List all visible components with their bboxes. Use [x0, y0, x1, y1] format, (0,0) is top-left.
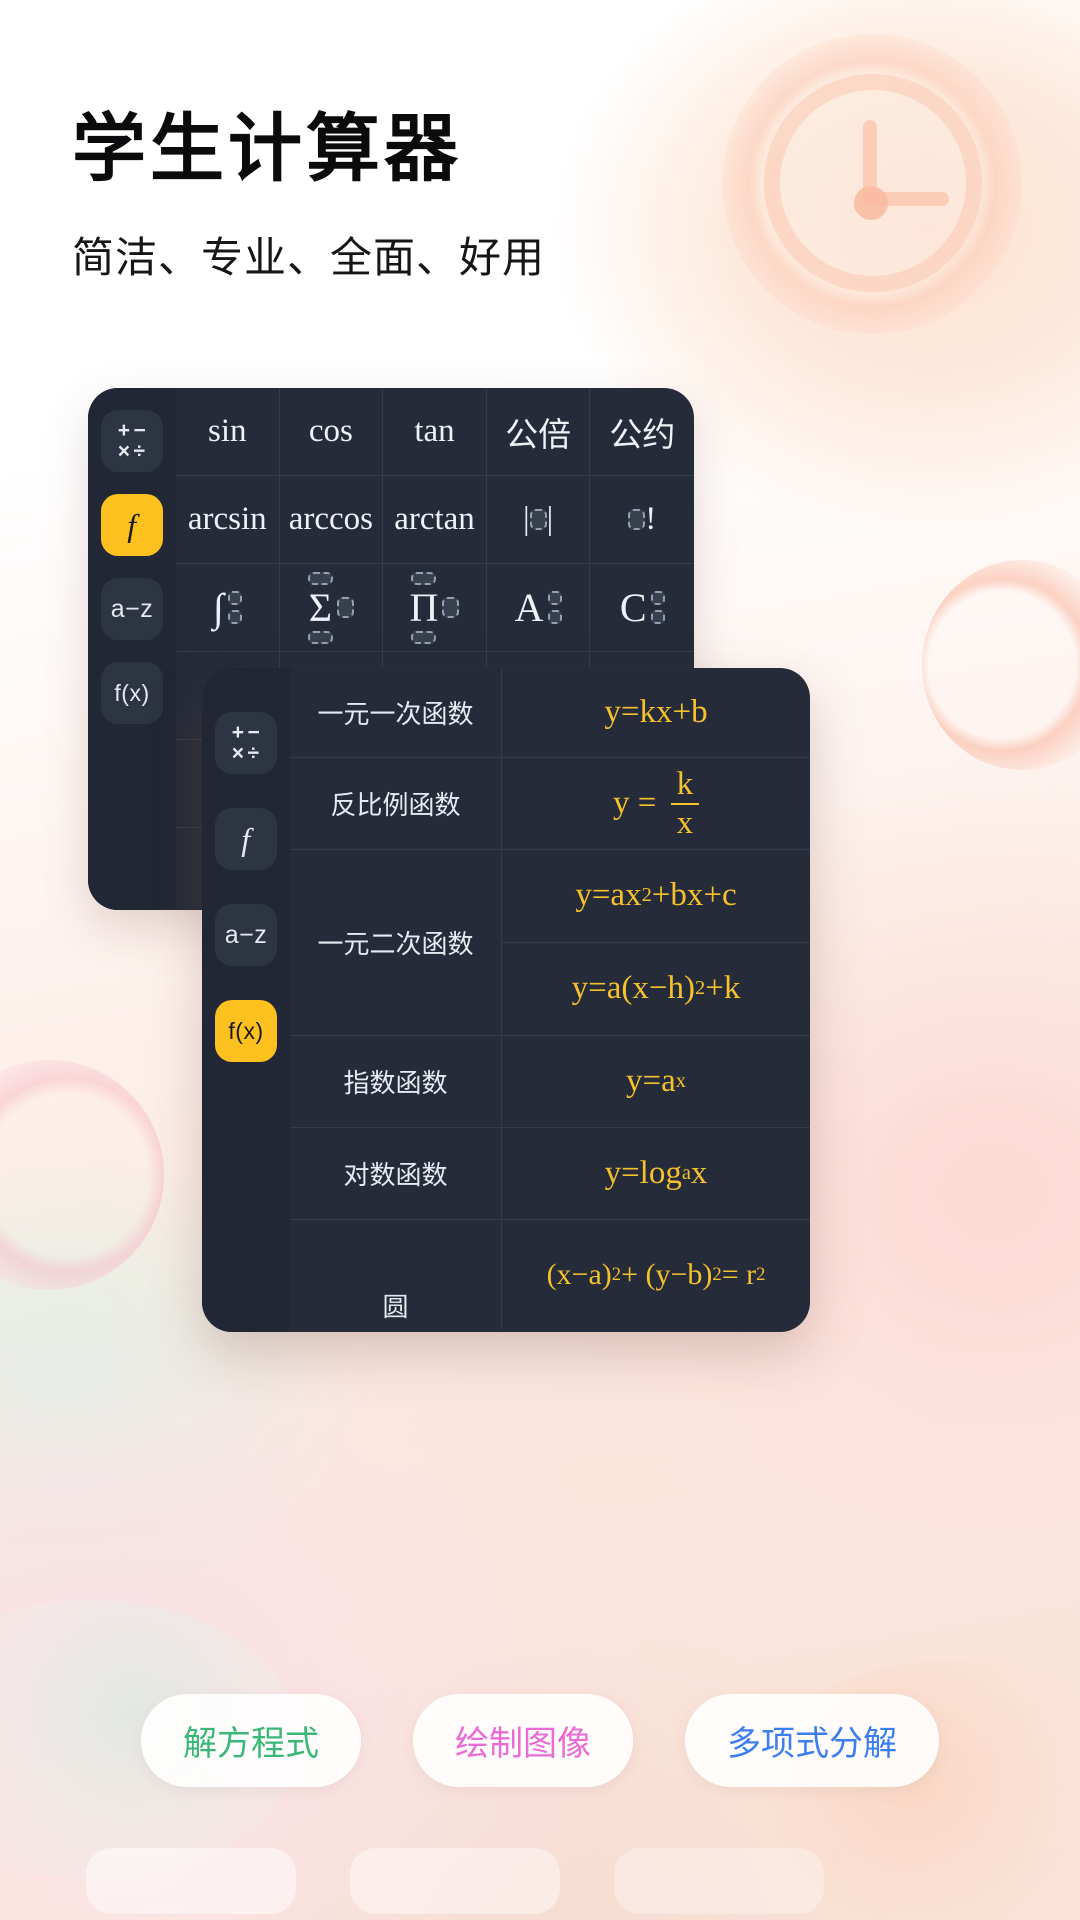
front-panel-grid-wrap: 一元一次函数 y=kx+b 反比例函数 y = kx 一元二次函数 y=ax 2 +… [290, 668, 810, 1332]
formula-value: (x−a) 2 + (y−b) 2 = r2 [546, 1258, 766, 1291]
key-summation[interactable]: Σ [279, 564, 384, 652]
product-icon: Π [410, 571, 438, 644]
placeholder-box-icon [227, 610, 242, 624]
key-factorial[interactable]: ! [590, 476, 694, 564]
combination-indices [650, 591, 665, 624]
placeholder-box-icon [307, 630, 333, 644]
pill-polynomial-factoring[interactable]: 多项式分解 [685, 1694, 939, 1787]
placeholder-box-icon [650, 610, 665, 624]
rail-label-fx: f(x) [114, 679, 150, 706]
rail-button-function[interactable]: f [215, 808, 277, 870]
permutation-A-icon: A [514, 584, 544, 630]
table-row-circle[interactable]: 圆 (x−a) 2 + (y−b) 2 = r2 [290, 1220, 810, 1330]
rail-label-alphabet: a−z [224, 920, 268, 949]
integral-bounds [227, 591, 242, 624]
permutation-indices [547, 591, 562, 624]
front-panel-rail: + − × ÷ f a−z f(x) [202, 668, 290, 1332]
fraction-k-over-x: kx [670, 767, 700, 840]
key-absolute-value[interactable]: | | [486, 476, 591, 564]
placeholder-box-icon [628, 509, 646, 530]
rail-button-alphabet[interactable]: a−z [215, 904, 277, 966]
arithmetic-ops-icon: + − × ÷ [231, 720, 261, 765]
placeholder-box-icon [411, 630, 437, 644]
rail-button-alphabet[interactable]: a−z [101, 578, 163, 640]
formula-name: 一元一次函数 [290, 668, 502, 757]
key-tan[interactable]: tan [383, 388, 487, 476]
calculator-panel-formulas: + − × ÷ f a−z f(x) 一元一次函数 y=kx+b 反比例函数 y = … [202, 668, 810, 1332]
placeholder-box-icon [227, 591, 242, 605]
key-arcsin[interactable]: arcsin [176, 476, 280, 564]
page-title: 学生计算器 [72, 107, 462, 190]
formula-value: y=kx+b [604, 694, 708, 730]
rail-button-fx[interactable]: f(x) [215, 1000, 277, 1062]
formula-value: y=ax 2 +bx+c [502, 850, 810, 943]
key-sin[interactable]: sin [176, 388, 280, 476]
rail-label-fx: f(x) [228, 1017, 264, 1044]
header: 学生计算器 简洁、专业、全面、好用 [72, 110, 545, 285]
table-row[interactable]: 反比例函数 y = kx [290, 758, 810, 850]
table-row[interactable]: 对数函数 y=log a x [290, 1128, 810, 1220]
rail-label-alphabet: a−z [110, 594, 154, 623]
placeholder-box-icon [547, 591, 562, 605]
placeholder-box-icon [650, 591, 665, 605]
arithmetic-ops-icon: + − × ÷ [117, 418, 147, 463]
key-cos[interactable]: cos [279, 388, 384, 476]
rail-button-arithmetic[interactable]: + − × ÷ [215, 712, 277, 774]
formula-name: 圆 [290, 1220, 502, 1330]
quadratic-values: y=ax 2 +bx+c y=a(x−h) 2 +k [502, 850, 810, 1035]
table-row[interactable]: 一元一次函数 y=kx+b [290, 668, 810, 758]
key-integral[interactable]: ∫ [176, 564, 280, 652]
formula-value: y=log a x [604, 1155, 708, 1191]
integral-icon: ∫ [212, 584, 224, 630]
feature-pill-row: 解方程式 绘制图像 多项式分解 [0, 1694, 1080, 1787]
placeholder-box-icon [307, 571, 333, 585]
formula-value: y=a x [626, 1063, 686, 1099]
placeholder-box-icon [411, 571, 437, 585]
placeholder-box-icon [547, 610, 562, 624]
key-arctan[interactable]: arctan [383, 476, 487, 564]
combination-C-icon: C [619, 584, 647, 630]
formula-name: 对数函数 [290, 1128, 502, 1219]
key-permutation[interactable]: A [486, 564, 591, 652]
placeholder-box-icon [529, 509, 547, 530]
rail-button-fx[interactable]: f(x) [101, 662, 163, 724]
back-panel-rail: + − × ÷ f a−z f(x) [88, 388, 176, 910]
formula-name: 反比例函数 [290, 758, 502, 849]
rail-button-arithmetic[interactable]: + − × ÷ [101, 410, 163, 472]
placeholder-box-icon [442, 597, 460, 618]
key-arccos[interactable]: arccos [279, 476, 384, 564]
key-gcd[interactable]: 公约 [590, 388, 694, 476]
formula-name: 指数函数 [290, 1036, 502, 1127]
summation-icon: Σ [307, 571, 333, 644]
page-subtitle: 简洁、专业、全面、好用 [72, 233, 546, 281]
ghost-card-3 [614, 1848, 824, 1914]
formula-value: y=a(x−h) 2 +k [571, 970, 741, 1007]
table-row[interactable]: 指数函数 y=a x [290, 1036, 810, 1128]
key-product[interactable]: Π [383, 564, 487, 652]
rail-button-function[interactable]: f [101, 494, 163, 556]
formula-table: 一元一次函数 y=kx+b 反比例函数 y = kx 一元二次函数 y=ax 2 +… [290, 668, 810, 1330]
key-lcm[interactable]: 公倍 [486, 388, 591, 476]
placeholder-box-icon [336, 597, 354, 618]
formula-name: 一元二次函数 [290, 850, 502, 1035]
table-row-quadratic[interactable]: 一元二次函数 y=ax 2 +bx+c y=a(x−h) 2 +k [290, 850, 810, 1036]
clock-center-dot-icon [854, 186, 888, 220]
function-f-icon: f [241, 820, 251, 857]
ghost-card-2 [350, 1848, 560, 1914]
key-combination[interactable]: C [590, 564, 694, 652]
pill-solve-equation[interactable]: 解方程式 [141, 1694, 361, 1787]
function-f-icon: f [127, 506, 137, 543]
ghost-card-1 [86, 1848, 296, 1914]
pill-plot-graph[interactable]: 绘制图像 [413, 1694, 633, 1787]
formula-value: y = kx [502, 758, 810, 849]
